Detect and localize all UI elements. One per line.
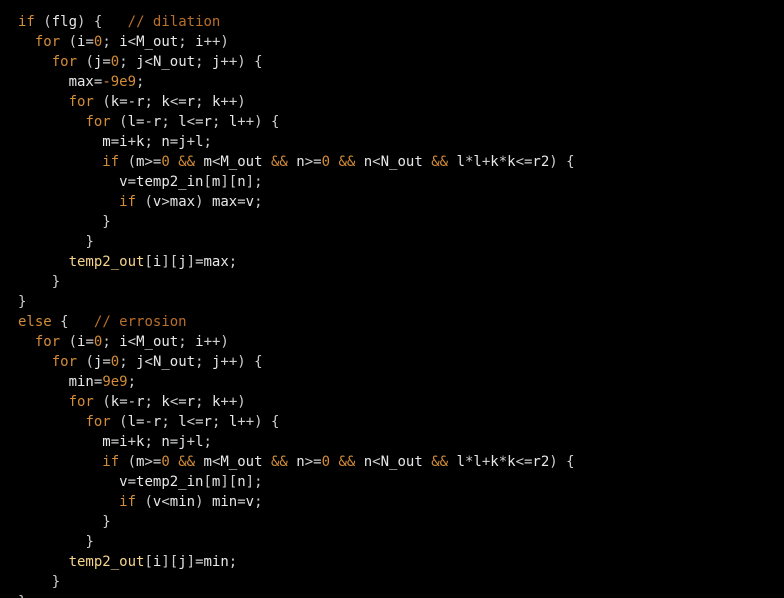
id-temp2-out: temp2_out	[69, 554, 145, 570]
comment-dilation: // dilation	[128, 14, 221, 30]
code-block: if (flg) { // dilation for (i=0; i<M_out…	[0, 0, 784, 598]
id-flg: flg	[52, 14, 77, 30]
kw-else: else	[18, 314, 52, 330]
id-temp2-out: temp2_out	[69, 254, 145, 270]
kw-if: if	[18, 14, 35, 30]
comment-errosion: // errosion	[94, 314, 187, 330]
